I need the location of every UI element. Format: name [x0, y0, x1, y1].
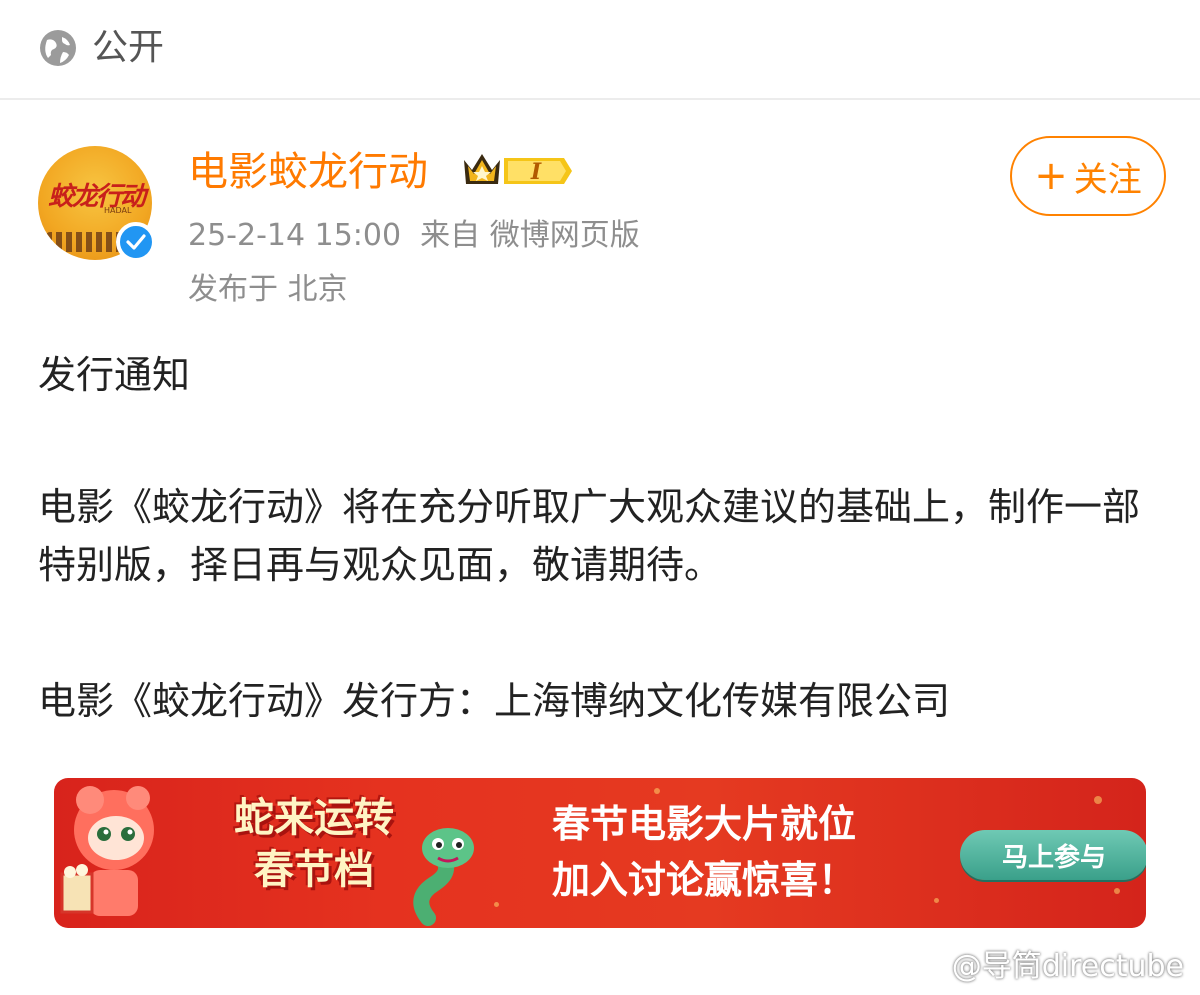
author-name[interactable]: 电影蛟龙行动 [188, 144, 428, 200]
sparkle-decoration [654, 788, 660, 794]
join-now-button[interactable]: 马上参与 [960, 830, 1146, 880]
sparkle-decoration [1114, 888, 1120, 894]
visibility-bar: 公开 [0, 0, 1200, 100]
promo-banner[interactable]: 蛇来运转 春节档 春节电影大片就位 加入讨论赢惊喜！ 马上参与 [54, 778, 1146, 928]
post-title: 发行通知 [38, 353, 191, 397]
member-badge-level: I [530, 159, 542, 185]
banner-title-line-1: 蛇来运转 [234, 795, 394, 841]
globe-icon [40, 30, 76, 66]
banner-title-line-2: 春节档 [254, 847, 374, 893]
watermark-text: @导筒directube [951, 949, 1184, 984]
banner-headline-line-2: 加入讨论赢惊喜！ [551, 858, 856, 902]
follow-label: 关注 [1073, 159, 1142, 200]
verified-check-icon [116, 222, 156, 262]
avatar-tag: HADAL [104, 206, 132, 215]
plus-icon: + [1034, 153, 1068, 199]
sparkle-decoration [934, 898, 939, 903]
post-meta: 25-2-14 15:00 来自 微博网页版 [188, 214, 640, 258]
crown-icon[interactable]: I [460, 150, 572, 192]
sparkle-decoration [1094, 796, 1102, 804]
follow-button[interactable]: + 关注 [1010, 136, 1166, 216]
post-paragraph-1: 电影《蛟龙行动》将在充分听取广大观众建议的基础上，制作一部特别版，择日再与观众见… [38, 485, 1141, 587]
post-paragraph-2: 电影《蛟龙行动》发行方：上海博纳文化传媒有限公司 [38, 679, 951, 723]
banner-title: 蛇来运转 春节档 [184, 792, 444, 896]
visibility-label: 公开 [92, 27, 165, 68]
mascot-icon [60, 786, 154, 916]
snake-icon [413, 828, 474, 926]
post-timestamp: 25-2-14 15:00 [188, 218, 402, 253]
banner-headline-line-1: 春节电影大片就位 [551, 802, 856, 846]
post-source[interactable]: 来自 微博网页版 [420, 218, 640, 253]
weibo-logo-icon [908, 950, 945, 978]
watermark: @导筒directube [908, 941, 1184, 985]
post-location: 发布于 北京 [188, 272, 348, 307]
banner-headline: 春节电影大片就位 加入讨论赢惊喜！ [474, 796, 934, 908]
